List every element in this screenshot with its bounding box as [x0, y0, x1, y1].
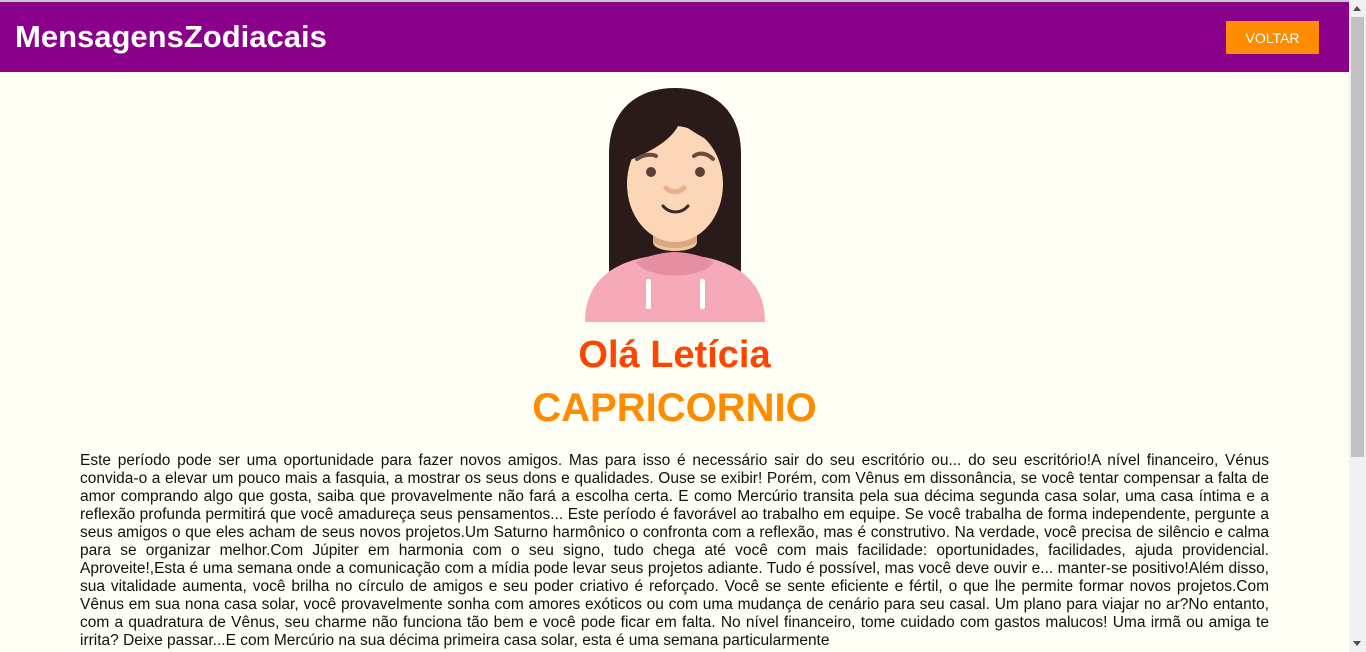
zodiac-sign-title: CAPRICORNIO [532, 386, 817, 430]
greeting-title: Olá Letícia [578, 334, 771, 376]
app-header: MensagensZodiacais VOLTAR [0, 2, 1349, 72]
horoscope-message: Este período pode ser uma oportunidade p… [80, 452, 1269, 649]
girl-avatar-icon [576, 84, 774, 322]
scroll-up-arrow-icon[interactable] [1353, 6, 1361, 11]
back-button[interactable]: VOLTAR [1226, 21, 1319, 54]
brand-title[interactable]: MensagensZodiacais [15, 19, 327, 55]
scrollbar-thumb[interactable] [1351, 17, 1364, 457]
vertical-scrollbar[interactable] [1349, 0, 1366, 652]
scroll-down-arrow-icon[interactable] [1353, 641, 1361, 646]
